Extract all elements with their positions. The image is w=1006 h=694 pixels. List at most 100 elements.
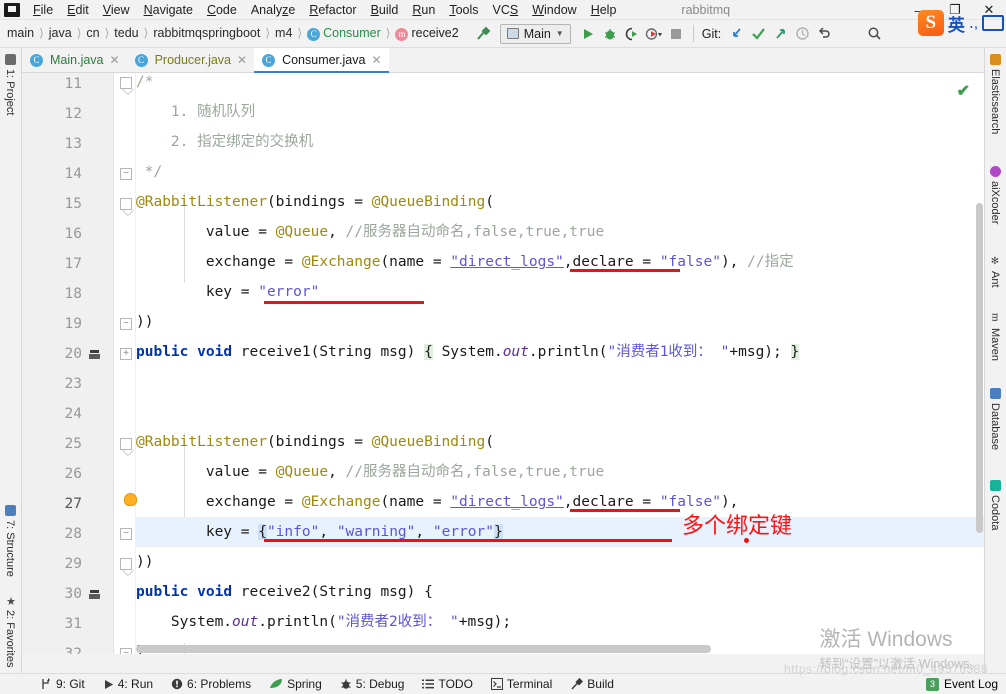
git-commit-icon[interactable] <box>747 23 769 45</box>
code-line-30[interactable]: System.out.println("消费者2收到： "+msg); <box>136 607 984 637</box>
code-line-24[interactable]: @RabbitListener(bindings = @QueueBinding… <box>136 427 984 457</box>
sidebar-item-project[interactable]: 1: Project <box>4 54 16 115</box>
status-item-todo[interactable]: TODO <box>413 677 481 691</box>
breadcrumb-item-m4[interactable]: m4 <box>272 26 295 40</box>
menu-edit[interactable]: Edit <box>60 1 96 19</box>
run-configuration-selector[interactable]: Main ▼ <box>499 23 571 44</box>
breadcrumb-separator: ⟩ <box>39 26 44 41</box>
git-branch-icon <box>42 678 50 689</box>
close-icon[interactable]: ✕ <box>237 53 247 67</box>
code-line-26[interactable]: exchange = @Exchange(name = "direct_logs… <box>136 487 984 517</box>
menu-analyze[interactable]: Analyze <box>244 1 302 19</box>
code-line-12[interactable]: 1. 随机队列 <box>136 97 984 127</box>
run-coverage-icon[interactable] <box>621 23 643 45</box>
tab-producer-java[interactable]: C Producer.java ✕ <box>127 48 255 72</box>
status-item-run[interactable]: 4: Run <box>94 677 162 691</box>
event-log-label[interactable]: Event Log <box>944 677 998 691</box>
menu-code[interactable]: Code <box>200 1 244 19</box>
code-line-16[interactable]: value = @Queue, //服务器自动命名,false,true,tru… <box>136 217 984 247</box>
code-line-11[interactable]: /* <box>136 73 984 97</box>
sidebar-item-label: 1: Project <box>4 69 16 116</box>
status-item-label: Spring <box>287 677 322 691</box>
sidebar-item-structure[interactable]: 7: Structure <box>4 505 16 577</box>
menu-run[interactable]: Run <box>405 1 442 19</box>
code-line-25[interactable]: value = @Queue, //服务器自动命名,false,true,tru… <box>136 457 984 487</box>
status-item-build[interactable]: Build <box>561 677 623 691</box>
fold-marker[interactable] <box>120 198 134 216</box>
sidebar-item-maven[interactable]: m Maven <box>989 313 1002 361</box>
code-line-15[interactable]: @RabbitListener(bindings = @QueueBinding… <box>136 187 984 217</box>
breadcrumb-item-tedu[interactable]: tedu <box>111 26 141 40</box>
sidebar-item-elasticsearch[interactable]: Elasticsearch <box>989 54 1001 134</box>
code-line-14[interactable]: */ <box>136 157 984 187</box>
sidebar-item-aixcoder[interactable]: aiXcoder <box>989 166 1001 224</box>
close-icon[interactable]: ✕ <box>371 53 381 67</box>
menu-file[interactable]: File <box>26 1 60 19</box>
debug-icon[interactable] <box>599 23 621 45</box>
tab-consumer-java[interactable]: C Consumer.java ✕ <box>254 48 389 73</box>
fold-marker[interactable] <box>120 438 134 456</box>
sidebar-item-ant[interactable]: ✻ Ant <box>989 256 1001 288</box>
fold-marker[interactable]: − <box>120 168 132 180</box>
breadcrumb-item-class[interactable]: C Consumer <box>304 26 384 41</box>
git-push-icon[interactable] <box>769 23 791 45</box>
inspection-status-icon[interactable]: ✔ <box>957 81 970 101</box>
line-number: 28 <box>64 526 82 542</box>
fold-marker[interactable]: − <box>120 648 132 654</box>
status-item-terminal[interactable]: Terminal <box>482 677 561 691</box>
code-line-19[interactable]: )) <box>136 307 984 337</box>
breadcrumb-item-method[interactable]: m receive2 <box>392 26 461 41</box>
fold-marker[interactable] <box>120 558 134 576</box>
fold-marker[interactable] <box>120 77 134 95</box>
profile-icon[interactable] <box>643 23 665 45</box>
menu-vcs[interactable]: VCS <box>486 1 526 19</box>
code-line-23[interactable] <box>136 367 984 397</box>
line-number: 20 <box>64 346 82 362</box>
close-icon[interactable]: ✕ <box>110 53 120 67</box>
menu-window[interactable]: Window <box>525 1 583 19</box>
breadcrumb-item-java[interactable]: java <box>46 26 75 40</box>
code-line-28[interactable]: )) <box>136 547 984 577</box>
fold-marker[interactable]: − <box>120 318 132 330</box>
code-content[interactable]: /* 1. 随机队列 2. 指定绑定的交换机 */ @RabbitListene… <box>136 73 984 654</box>
menu-help[interactable]: Help <box>584 1 624 19</box>
build-hammer-icon[interactable] <box>472 23 494 45</box>
code-line-13[interactable]: 2. 指定绑定的交换机 <box>136 127 984 157</box>
menu-refactor[interactable]: Refactor <box>302 1 363 19</box>
fold-marker[interactable]: − <box>120 528 132 540</box>
code-line-17[interactable]: exchange = @Exchange(name = "direct_logs… <box>136 247 984 277</box>
run-method-gutter-icon[interactable] <box>88 587 102 601</box>
fold-marker[interactable]: + <box>120 348 132 360</box>
status-item-spring[interactable]: Spring <box>260 677 331 691</box>
breadcrumb-item-main[interactable]: main <box>4 26 37 40</box>
git-update-icon[interactable] <box>725 23 747 45</box>
breadcrumb-item-rabbitmqspringboot[interactable]: rabbitmqspringboot <box>150 26 263 40</box>
sidebar-item-database[interactable]: Database <box>989 388 1001 450</box>
sidebar-item-codota[interactable]: Codota <box>989 480 1001 530</box>
menu-build[interactable]: Build <box>364 1 406 19</box>
sidebar-item-favorites[interactable]: ★ 2: Favorites <box>4 595 17 667</box>
menu-view[interactable]: View <box>96 1 137 19</box>
run-icon[interactable] <box>577 23 599 45</box>
code-line-27[interactable]: key = {"info", "warning", "error"} <box>136 517 984 547</box>
status-item-debug[interactable]: 5: Debug <box>331 677 414 691</box>
run-method-gutter-icon[interactable] <box>88 347 102 361</box>
status-item-problems[interactable]: 6: Problems <box>162 677 260 691</box>
code-line-29[interactable]: public void receive2(String msg) { <box>136 577 984 607</box>
sidebar-item-label: Ant <box>989 271 1001 288</box>
git-rollback-icon[interactable] <box>813 23 835 45</box>
menu-navigate[interactable]: Navigate <box>137 1 200 19</box>
horizontal-scrollbar[interactable] <box>136 645 711 653</box>
code-editor[interactable]: 11 12 13 14 15 16 17 18 19 20 23 24 25 2… <box>22 73 984 654</box>
ime-widget[interactable]: S 英 ․, <box>917 8 1004 38</box>
keyboard-icon[interactable] <box>982 15 1004 31</box>
code-line-20[interactable]: public void receive1(String msg) { Syste… <box>136 337 984 367</box>
tab-main-java[interactable]: C Main.java ✕ <box>22 48 127 72</box>
breadcrumb-item-cn[interactable]: cn <box>83 26 102 40</box>
menu-tools[interactable]: Tools <box>442 1 485 19</box>
search-everywhere-icon[interactable] <box>863 23 885 45</box>
ime-mode-label[interactable]: 英 <box>948 11 965 36</box>
vertical-scrollbar[interactable] <box>976 203 983 533</box>
status-item-git[interactable]: 9: Git <box>0 677 94 691</box>
ime-punctuation-icon[interactable]: ․, <box>969 14 978 32</box>
